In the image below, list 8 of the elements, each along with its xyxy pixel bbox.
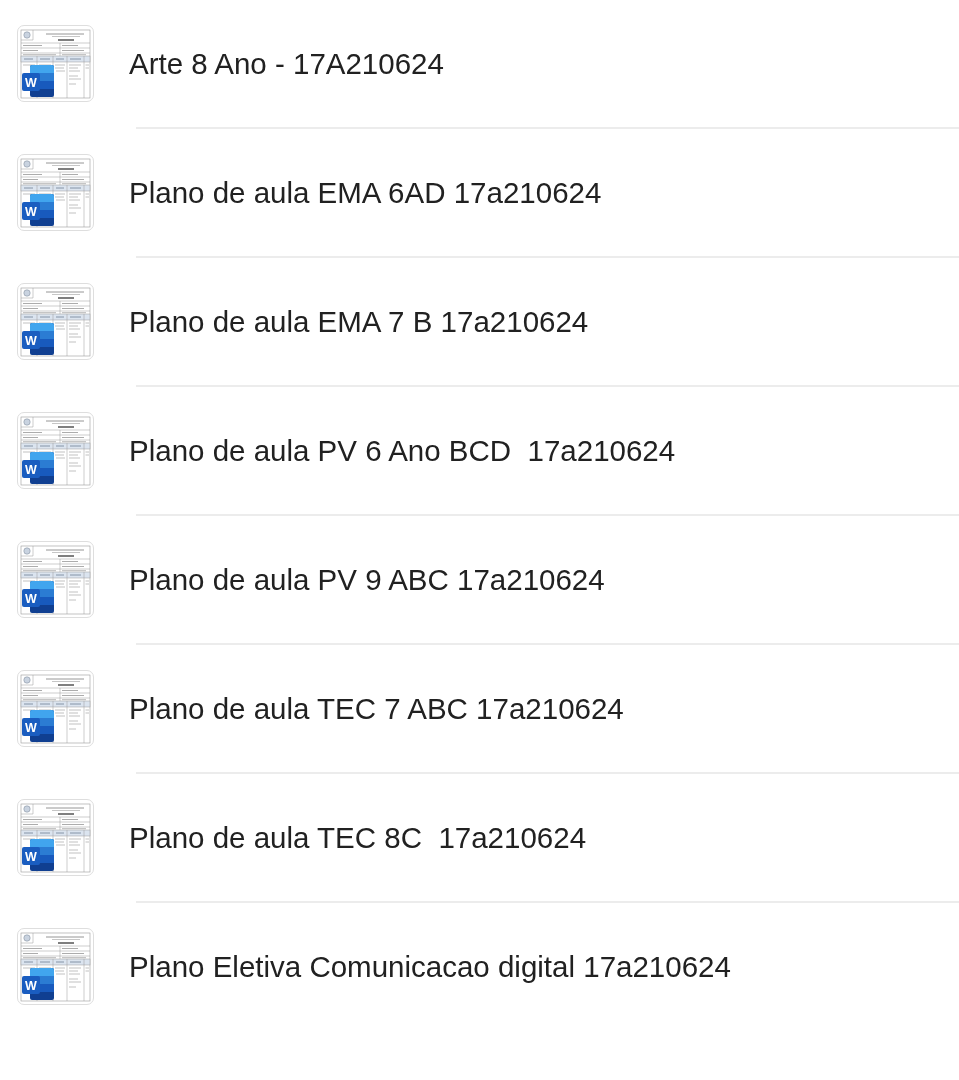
file-name[interactable]: Plano de aula PV 6 Ano BCD 17a210624 xyxy=(129,432,676,469)
file-name[interactable]: Plano Eletiva Comunicacao digital 17a210624 xyxy=(129,948,731,985)
file-name[interactable]: Plano de aula EMA 7 B 17a210624 xyxy=(129,303,589,340)
file-name[interactable]: Arte 8 Ano - 17A210624 xyxy=(129,45,444,82)
file-name[interactable]: Plano de aula PV 9 ABC 17a210624 xyxy=(129,561,605,598)
file-name[interactable]: Plano de aula TEC 7 ABC 17a210624 xyxy=(129,690,624,727)
file-name[interactable]: Plano de aula TEC 8C 17a210624 xyxy=(129,819,587,856)
file-name[interactable]: Plano de aula EMA 6AD 17a210624 xyxy=(129,174,602,211)
